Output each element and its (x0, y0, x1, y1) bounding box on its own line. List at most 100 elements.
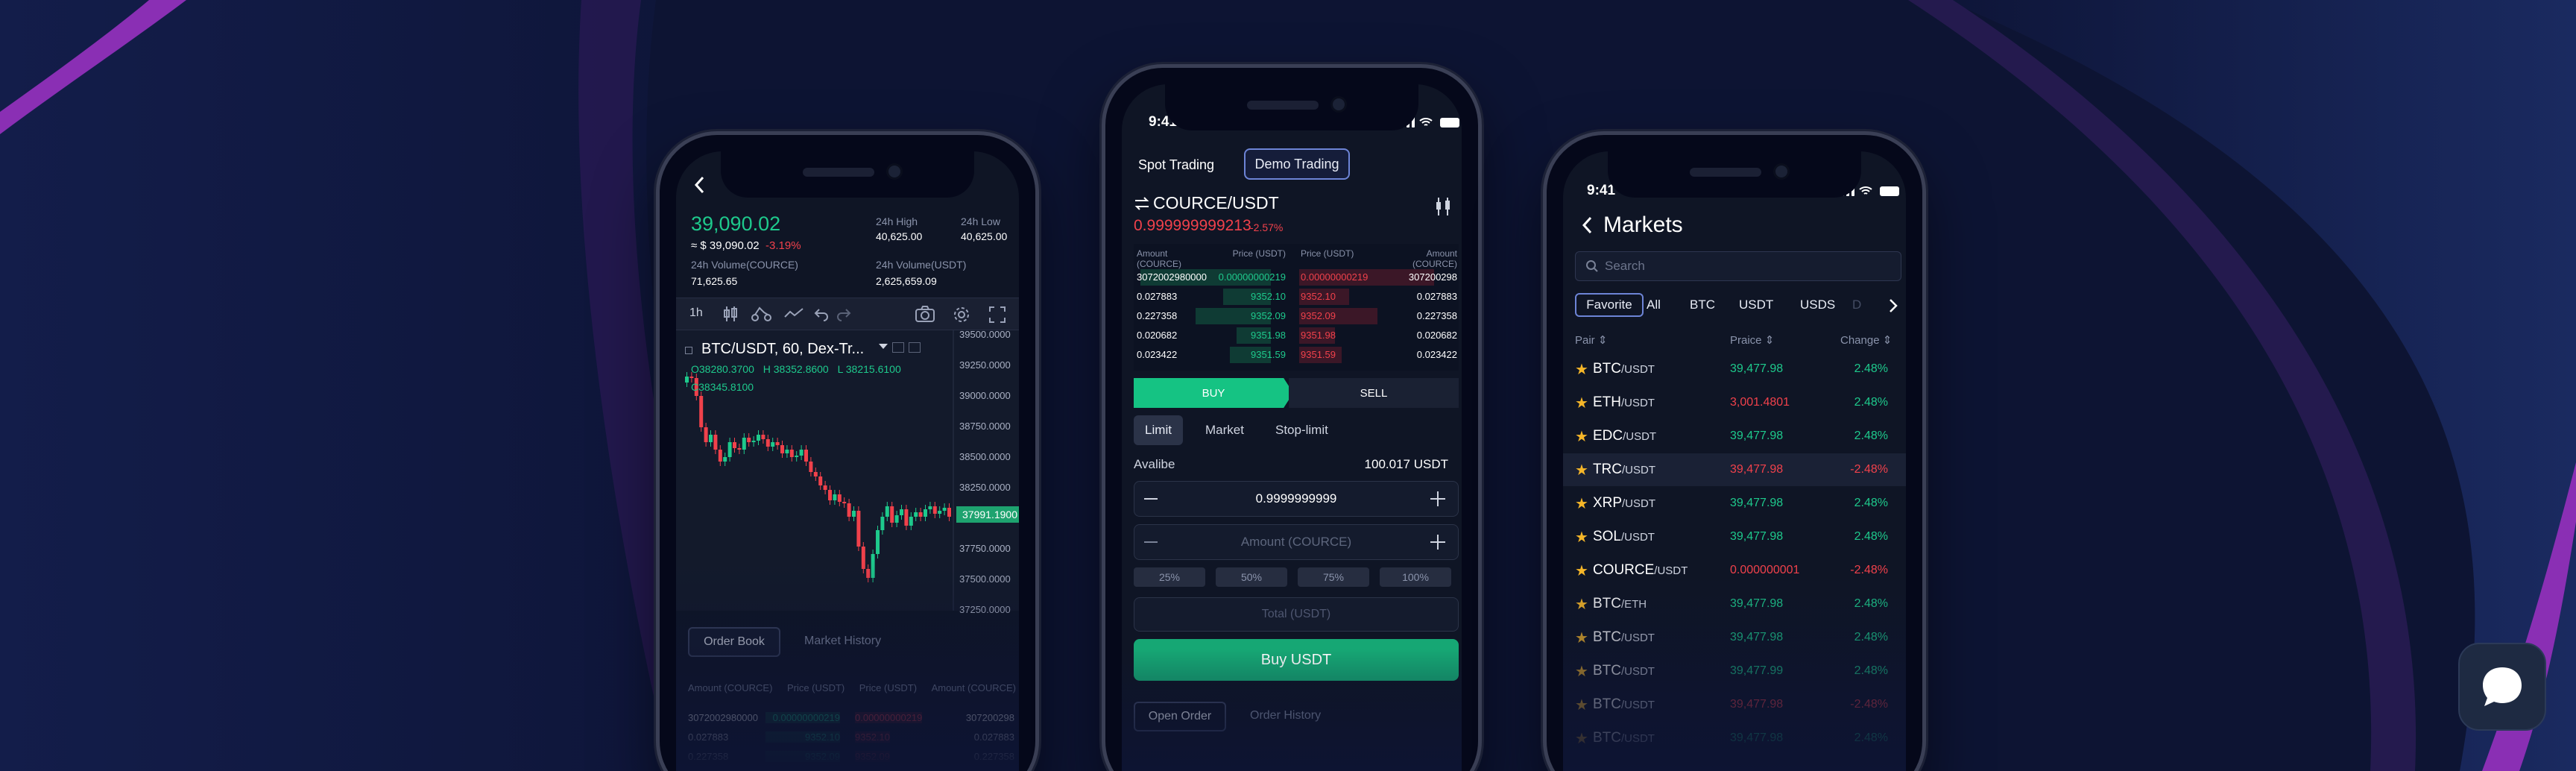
star-icon[interactable]: ★ (1575, 595, 1588, 614)
market-row[interactable]: ★ TRC/USDT 39,477.98 -2.48% (1563, 453, 1906, 486)
candles-icon[interactable] (722, 305, 739, 323)
star-icon[interactable]: ★ (1575, 461, 1588, 479)
y-tick-label: 38250.0000 (959, 482, 1011, 493)
pair-price: 0.999999999213 (1134, 217, 1251, 234)
close-small-icon[interactable] (909, 342, 921, 353)
col-pair[interactable]: Pair ⇕ (1575, 333, 1607, 347)
chevron-right-icon[interactable] (1888, 298, 1898, 314)
collapse-icon[interactable] (685, 347, 692, 354)
redo-icon[interactable] (836, 306, 852, 321)
order-type-stop-limit[interactable]: Stop-limit (1275, 423, 1328, 438)
camera-icon[interactable] (915, 305, 935, 323)
col-change[interactable]: Change ⇕ (1840, 333, 1892, 347)
star-icon[interactable]: ★ (1575, 394, 1588, 412)
col-price[interactable]: Praice ⇕ (1730, 333, 1774, 347)
market-row[interactable]: ★ BTC/USDT 39,477.98 2.48% (1563, 722, 1906, 755)
candle-body (894, 515, 899, 523)
candles-icon[interactable] (1433, 196, 1453, 217)
price-input-value[interactable]: 0.9999999999 (1196, 491, 1396, 506)
low-label: 24h Low (961, 215, 1000, 227)
sell-tab[interactable]: SELL (1289, 378, 1459, 408)
market-row[interactable]: ★ BTC/USDT 39,477.99 2.48% (1563, 655, 1906, 687)
percent-chip[interactable]: 100% (1380, 567, 1451, 587)
filter-tab[interactable]: USDS (1800, 293, 1835, 317)
pair-title[interactable]: COURCE/USDT (1153, 193, 1279, 213)
ob-ask-price: 9351.59 (1301, 349, 1336, 360)
market-row[interactable]: ★ BTC/ETH 39,477.98 2.48% (1563, 588, 1906, 620)
tab-demo-trading[interactable]: Demo Trading (1244, 148, 1350, 180)
star-icon[interactable]: ★ (1575, 494, 1588, 513)
star-icon[interactable]: ★ (1575, 629, 1588, 647)
pair-price: 39,477.98 (1730, 731, 1784, 744)
star-icon[interactable]: ★ (1575, 528, 1588, 547)
star-icon[interactable]: ★ (1575, 662, 1588, 681)
undo-icon[interactable] (813, 306, 830, 321)
back-chevron-icon[interactable] (692, 175, 707, 195)
star-icon[interactable]: ★ (1575, 561, 1588, 580)
left-phone-screen: 39,090.02 ≈ $ 39,090.02 -3.19% 24h High … (676, 151, 1019, 771)
candle-body (795, 456, 799, 457)
pair-cell: ★ BTC/USDT (1575, 662, 1655, 681)
filter-tab[interactable]: BTC (1690, 293, 1715, 317)
total-input[interactable]: Total (USDT) (1134, 597, 1459, 632)
percent-chip[interactable]: 25% (1134, 567, 1205, 587)
swap-icon[interactable] (1134, 196, 1150, 211)
tab-order-history[interactable]: Order History (1250, 709, 1321, 723)
line-tool-icon[interactable] (783, 305, 804, 323)
fullscreen-icon[interactable] (988, 305, 1007, 324)
amount-placeholder[interactable]: Amount (COURCE) (1196, 535, 1396, 550)
ohlc-open: O38280.3700 (691, 363, 754, 375)
market-row[interactable]: ★ BTC/USDT 39,477.98 2.48% (1563, 621, 1906, 654)
chevron-down-icon[interactable] (879, 344, 888, 349)
percent-chip[interactable]: 50% (1216, 567, 1287, 587)
plus-icon[interactable] (1430, 491, 1445, 506)
buy-tab[interactable]: BUY (1134, 378, 1293, 408)
market-row[interactable]: ★ XRP/USDT 39,477.98 2.48% (1563, 487, 1906, 520)
pair-quote: /USDT (1620, 631, 1655, 644)
candle-body (880, 517, 885, 530)
minus-icon[interactable] (1144, 498, 1158, 500)
pair-quote: /USDT (1623, 429, 1657, 443)
plus-icon[interactable] (1430, 535, 1445, 550)
filter-tab[interactable]: D (1852, 293, 1861, 317)
filter-tab[interactable]: All (1647, 293, 1661, 317)
candle-body (876, 530, 880, 554)
pair-cell: ★ ETH/USDT (1575, 394, 1655, 412)
market-row[interactable]: ★ BTC/USDT 39,477.98 2.48% (1563, 353, 1906, 386)
star-icon[interactable]: ★ (1575, 360, 1588, 379)
star-icon[interactable]: ★ (1575, 696, 1588, 714)
search-placeholder[interactable]: Search (1605, 259, 1645, 274)
col-change-label: Change (1840, 334, 1880, 347)
candle-body (871, 554, 875, 578)
interval-selector[interactable]: 1h (689, 306, 703, 320)
settings-small-icon[interactable] (892, 342, 904, 353)
market-row[interactable]: ★ BTC/USDT 39,477.98 -2.48% (1563, 688, 1906, 721)
star-icon[interactable]: ★ (1575, 729, 1588, 748)
market-row[interactable]: ★ ETH/USDT 3,001.4801 2.48% (1563, 386, 1906, 419)
buy-usdt-button[interactable]: Buy USDT (1134, 639, 1459, 681)
left-ob-header-price: Price (USDT) (786, 682, 845, 693)
order-type-limit[interactable]: Limit (1134, 415, 1183, 445)
indicator-icon[interactable] (751, 305, 773, 323)
tab-open-order[interactable]: Open Order (1134, 702, 1226, 731)
left-ob-header-amount-2: Amount (COURCE) (931, 682, 1016, 693)
filter-tab[interactable]: Favorite (1575, 293, 1644, 317)
tab-spot-trading[interactable]: Spot Trading (1138, 157, 1214, 173)
tab-order-book[interactable]: Order Book (688, 627, 780, 657)
tab-market-history[interactable]: Market History (804, 635, 881, 648)
market-row[interactable]: ★ SOL/USDT 39,477.98 2.48% (1563, 520, 1906, 553)
pair-change: 2.48% (1854, 597, 1888, 610)
minus-icon[interactable] (1144, 541, 1158, 543)
gear-icon[interactable] (952, 305, 971, 324)
candlestick-chart[interactable]: BTC/USDT, 60, Dex-Tr... O38280.3700 H 38… (676, 329, 1019, 615)
market-row[interactable]: ★ EDC/USDT 39,477.98 2.48% (1563, 420, 1906, 453)
candle-body (713, 435, 718, 450)
back-chevron-icon[interactable] (1581, 215, 1594, 235)
market-row[interactable]: ★ COURCE/USDT 0.000000001 -2.48% (1563, 554, 1906, 587)
star-icon[interactable]: ★ (1575, 427, 1588, 446)
filter-tab[interactable]: USDT (1739, 293, 1773, 317)
percent-chip[interactable]: 75% (1298, 567, 1369, 587)
chat-button[interactable] (2458, 643, 2546, 731)
center-phone-screen: 9:41 Spot Trading Demo Trading COURCE/US… (1122, 84, 1462, 771)
order-type-market[interactable]: Market (1205, 423, 1244, 438)
